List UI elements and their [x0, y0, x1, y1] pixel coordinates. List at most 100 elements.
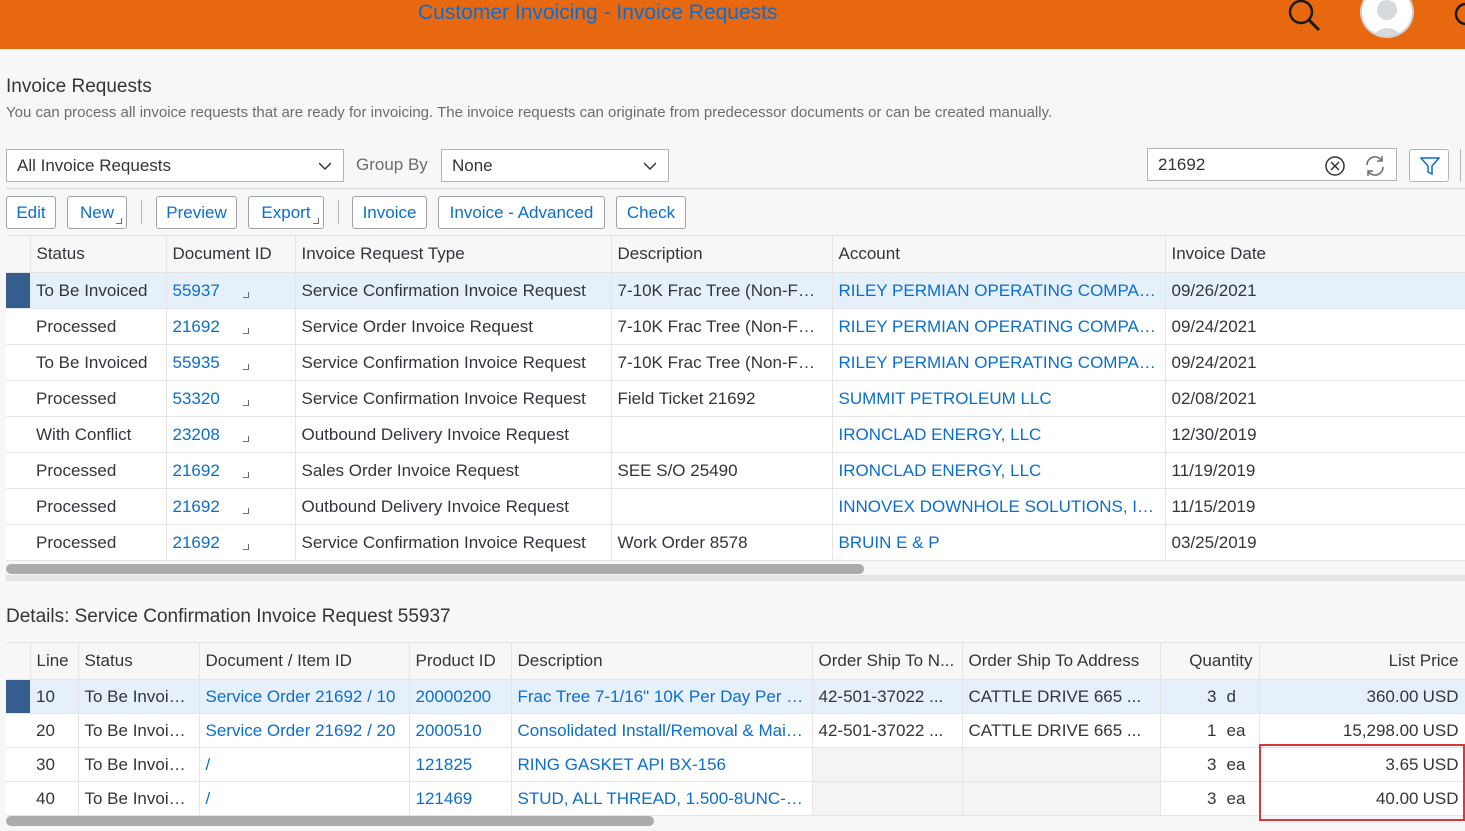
- column-header[interactable]: Description: [611, 235, 833, 273]
- search-input[interactable]: 21692: [1147, 148, 1397, 181]
- document-id-link[interactable]: 23208: [173, 425, 289, 445]
- overflow-icon[interactable]: [1452, 0, 1465, 30]
- table-row[interactable]: To Be Invoiced 55937 Service Confirmation …: [6, 272, 1465, 309]
- table-row[interactable]: Processed 21692 Service Confirmation Invoi…: [6, 524, 1465, 561]
- document-id-cell[interactable]: 21692: [166, 524, 296, 561]
- description-link[interactable]: RING GASKET API BX-156: [511, 747, 813, 782]
- column-header[interactable]: Document ID: [166, 235, 296, 273]
- account-link[interactable]: IRONCLAD ENERGY, LLC: [832, 416, 1166, 453]
- account-link[interactable]: INNOVEX DOWNHOLE SOLUTIONS, INC.: [832, 488, 1166, 525]
- filter-button[interactable]: [1409, 149, 1449, 182]
- document-id-cell[interactable]: 21692: [166, 308, 296, 345]
- column-header[interactable]: Account: [832, 235, 1166, 273]
- document-item-link[interactable]: Service Order 21692 / 10: [199, 679, 410, 714]
- account-link[interactable]: RILEY PERMIAN OPERATING COMPANY: [832, 344, 1166, 381]
- document-id-cell[interactable]: 55935: [166, 344, 296, 381]
- details-row[interactable]: 10 To Be Invoiced Service Order 21692 / 10…: [6, 679, 1465, 714]
- account-link[interactable]: SUMMIT PETROLEUM LLC: [832, 380, 1166, 417]
- table-row[interactable]: Processed 21692 Sales Order Invoice Reques…: [6, 452, 1465, 489]
- list-price-cell: 15,298.00 USD: [1259, 713, 1465, 748]
- column-header[interactable]: Description: [511, 642, 813, 680]
- description-link[interactable]: Frac Tree 7-1/16" 10K Per Day Per Well: [511, 679, 813, 714]
- document-item-link[interactable]: Service Order 21692 / 20: [199, 713, 410, 748]
- column-header[interactable]: Quantity: [1160, 642, 1260, 680]
- account-link[interactable]: BRUIN E & P: [832, 524, 1166, 561]
- document-item-link[interactable]: /: [199, 747, 410, 782]
- document-id-link[interactable]: 21692: [173, 497, 289, 517]
- description-cell: [611, 488, 833, 525]
- row-selector[interactable]: [6, 781, 30, 816]
- account-link[interactable]: RILEY PERMIAN OPERATING COMPANY: [832, 308, 1166, 345]
- preview-button[interactable]: Preview: [156, 196, 237, 229]
- new-button[interactable]: New: [67, 196, 127, 229]
- view-select[interactable]: All Invoice Requests: [6, 149, 344, 182]
- details-horizontal-scrollbar[interactable]: [6, 816, 654, 826]
- ship-to-address-cell: [962, 781, 1161, 816]
- refresh-icon[interactable]: [1363, 154, 1387, 178]
- invoice-button[interactable]: Invoice: [352, 196, 427, 229]
- details-row[interactable]: 30 To Be Invoiced/121825 RING GASKET API B…: [6, 747, 1465, 782]
- user-avatar[interactable]: [1360, 0, 1414, 38]
- account-link[interactable]: IRONCLAD ENERGY, LLC: [832, 452, 1166, 489]
- column-header[interactable]: Line: [30, 642, 79, 680]
- row-selector[interactable]: [6, 679, 30, 714]
- column-header[interactable]: Order Ship To N...: [812, 642, 963, 680]
- document-id-cell[interactable]: 55937: [166, 272, 296, 309]
- row-selector[interactable]: [6, 713, 30, 748]
- column-header[interactable]: Order Ship To Address: [962, 642, 1161, 680]
- check-button[interactable]: Check: [616, 196, 686, 229]
- column-header[interactable]: Status: [78, 642, 200, 680]
- product-id-link[interactable]: 121469: [409, 781, 512, 816]
- column-header[interactable]: Document / Item ID: [199, 642, 410, 680]
- row-selector[interactable]: [6, 272, 30, 309]
- document-item-link[interactable]: /: [199, 781, 410, 816]
- invoice-advanced-button[interactable]: Invoice - Advanced: [438, 196, 605, 229]
- document-id-link[interactable]: 21692: [173, 533, 289, 553]
- row-selector[interactable]: [6, 747, 30, 782]
- details-row[interactable]: 40 To Be Invoiced/121469 STUD, ALL THREAD,…: [6, 781, 1465, 816]
- row-selector[interactable]: [6, 452, 30, 489]
- line-cell: 20: [30, 713, 79, 748]
- column-header[interactable]: Product ID: [409, 642, 512, 680]
- search-icon[interactable]: [1286, 0, 1322, 32]
- description-link[interactable]: STUD, ALL THREAD, 1.500-8UNC-2A: [511, 781, 813, 816]
- document-id-link[interactable]: 21692: [173, 317, 289, 337]
- document-id-link[interactable]: 53320: [173, 389, 289, 409]
- column-header[interactable]: List Price: [1259, 642, 1465, 680]
- column-header[interactable]: Status: [30, 235, 167, 273]
- product-id-link[interactable]: 2000510: [409, 713, 512, 748]
- column-header[interactable]: Invoice Request Type: [295, 235, 612, 273]
- row-selector[interactable]: [6, 488, 30, 525]
- table-row[interactable]: Processed 21692 Service Order Invoice Requ…: [6, 308, 1465, 345]
- export-button[interactable]: Export: [248, 196, 324, 229]
- table-row[interactable]: Processed 53320 Service Confirmation Invoi…: [6, 380, 1465, 417]
- row-selector[interactable]: [6, 524, 30, 561]
- document-id-cell[interactable]: 21692: [166, 488, 296, 525]
- document-id-cell[interactable]: 23208: [166, 416, 296, 453]
- table-row[interactable]: With Conflict 23208 Outbound Delivery Invo…: [6, 416, 1465, 453]
- row-selector[interactable]: [6, 344, 30, 381]
- product-id-link[interactable]: 121825: [409, 747, 512, 782]
- type-cell: Service Confirmation Invoice Request: [295, 380, 612, 417]
- row-selector[interactable]: [6, 308, 30, 345]
- document-id-link[interactable]: 55935: [173, 353, 289, 373]
- document-id-link[interactable]: 21692: [173, 461, 289, 481]
- table-row[interactable]: Processed 21692 Outbound Delivery Invoice …: [6, 488, 1465, 525]
- document-id-cell[interactable]: 21692: [166, 452, 296, 489]
- account-link[interactable]: RILEY PERMIAN OPERATING COMPANY: [832, 272, 1166, 309]
- column-header[interactable]: Invoice Date: [1165, 235, 1465, 273]
- row-selector[interactable]: [6, 380, 30, 417]
- horizontal-scrollbar[interactable]: [6, 564, 864, 574]
- product-id-link[interactable]: 20000200: [409, 679, 512, 714]
- status-cell: To Be Invoiced: [30, 344, 167, 381]
- document-id-cell[interactable]: 53320: [166, 380, 296, 417]
- description-link[interactable]: Consolidated Install/Removal & Maintenan…: [511, 713, 813, 748]
- edit-button[interactable]: Edit: [6, 196, 56, 229]
- group-by-select[interactable]: None: [441, 149, 669, 182]
- document-id-link[interactable]: 55937: [173, 281, 289, 301]
- settings-button[interactable]: [1460, 149, 1465, 182]
- table-row[interactable]: To Be Invoiced 55935 Service Confirmation …: [6, 344, 1465, 381]
- details-row[interactable]: 20 To Be Invoiced Service Order 21692 / 20…: [6, 713, 1465, 748]
- row-selector[interactable]: [6, 416, 30, 453]
- clear-icon[interactable]: [1324, 155, 1346, 177]
